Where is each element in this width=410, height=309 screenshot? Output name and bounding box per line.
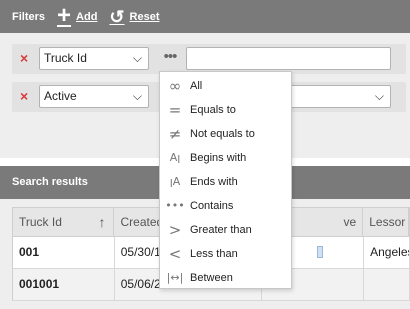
cell-truck-id: 001 xyxy=(13,237,115,268)
operator-item-greater-than[interactable]: > Greater than xyxy=(160,218,291,242)
chevron-down-icon: ⌵ xyxy=(374,89,384,103)
less-than-icon: < xyxy=(168,245,182,263)
undo-icon: ↺ xyxy=(109,6,125,27)
greater-than-icon: > xyxy=(168,221,182,239)
operator-dropdown-menu: ∞ All = Equals to ≠ Not equals to Aꞁ Beg… xyxy=(159,71,292,289)
active-checkbox xyxy=(317,246,324,258)
not-equals-icon: ≠ xyxy=(168,125,182,143)
operator-item-between[interactable]: |↔| Between xyxy=(160,266,291,290)
operator-menu-button[interactable]: ••• xyxy=(158,47,182,70)
reset-filters-label: Reset xyxy=(129,10,160,23)
add-filter-button[interactable]: + Add xyxy=(57,1,98,29)
ends-with-icon: ꞁA xyxy=(169,175,181,188)
column-header-lessor[interactable]: Lessor xyxy=(363,208,409,236)
cell-truck-id: 001001 xyxy=(13,269,115,300)
cell-lessor: Angeles xyxy=(364,237,410,268)
operator-item-equals-to[interactable]: = Equals to xyxy=(160,98,291,122)
reset-filters-button[interactable]: ↺ Reset xyxy=(109,8,159,26)
filter-field-select[interactable]: Active ⌵ xyxy=(39,85,149,108)
sort-ascending-icon: ↑ xyxy=(98,214,106,230)
operator-item-not-equals-to[interactable]: ≠ Not equals to xyxy=(160,122,291,146)
begins-with-icon: Aꞁ xyxy=(169,151,181,164)
add-filter-label: Add xyxy=(76,10,98,23)
operator-item-contains[interactable]: ••• Contains xyxy=(160,194,291,218)
chevron-down-icon: ⌵ xyxy=(132,89,142,103)
contains-icon: ••• xyxy=(165,199,185,212)
infinity-icon: ∞ xyxy=(168,77,182,95)
filter-value-input[interactable] xyxy=(186,47,391,70)
between-icon: |↔| xyxy=(166,271,184,284)
operator-item-begins-with[interactable]: Aꞁ Begins with xyxy=(160,146,291,170)
remove-filter-icon[interactable]: × xyxy=(20,88,28,104)
chevron-down-icon: ⌵ xyxy=(132,51,142,65)
plus-icon: + xyxy=(57,1,72,29)
cell-lessor xyxy=(364,269,410,300)
remove-filter-icon[interactable]: × xyxy=(20,50,28,66)
operator-item-less-than[interactable]: < Less than xyxy=(160,242,291,266)
operator-item-ends-with[interactable]: ꞁA Ends with xyxy=(160,170,291,194)
operator-item-all[interactable]: ∞ All xyxy=(160,74,291,98)
filters-header: Filters + Add ↺ Reset xyxy=(0,0,410,33)
filter-field-value: Active xyxy=(44,89,77,103)
filters-title: Filters xyxy=(12,10,46,23)
filter-field-select[interactable]: Truck Id ⌵ xyxy=(39,47,149,70)
column-header-truck-id[interactable]: Truck Id ↑ xyxy=(13,208,115,236)
equals-icon: = xyxy=(168,101,182,119)
filter-field-value: Truck Id xyxy=(44,51,87,65)
filter-row-truck-id: × Truck Id ⌵ ••• xyxy=(12,44,406,74)
